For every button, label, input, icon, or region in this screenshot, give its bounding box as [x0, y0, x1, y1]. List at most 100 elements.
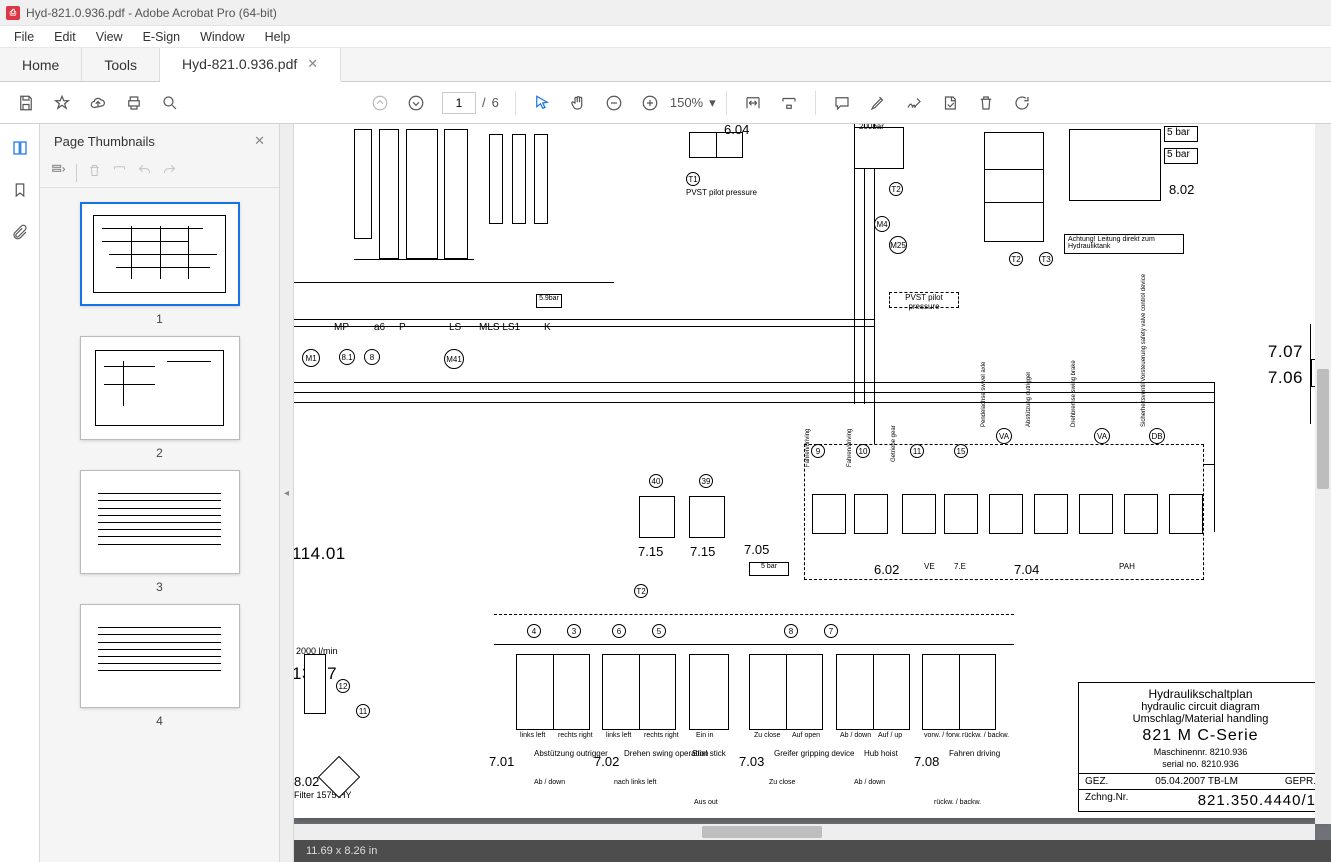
bookmark-rail-button[interactable]: [8, 178, 32, 202]
menu-file[interactable]: File: [4, 28, 44, 46]
page-down-button[interactable]: [400, 87, 432, 119]
sch-node-5: 5: [652, 624, 666, 638]
tab-tools-label: Tools: [104, 57, 137, 73]
sch-label-703: 7.03: [739, 754, 764, 769]
drawing-titleblock: Hydraulikschaltplan hydraulic circuit di…: [1078, 682, 1323, 812]
window-title: Hyd-821.0.936.pdf - Adobe Acrobat Pro (6…: [26, 6, 277, 20]
sch-node-8b: 8: [784, 624, 798, 638]
pdf-icon: ⎙: [6, 6, 20, 20]
cloud-button[interactable]: [82, 87, 114, 119]
sch-rot-10: rückw. / backw.: [934, 799, 981, 806]
tb-line4: 821 M C-Serie: [1083, 727, 1318, 745]
thumbnail-2[interactable]: 2: [80, 336, 240, 460]
print-button[interactable]: [118, 87, 150, 119]
sch-node-11b: 11: [910, 444, 924, 458]
tb-num: 821.350.4440/1: [1198, 792, 1316, 809]
sch-node-6: 6: [612, 624, 626, 638]
stamp-button[interactable]: [934, 87, 966, 119]
fit-page-button[interactable]: [773, 87, 805, 119]
thumb-undo-icon[interactable]: [137, 163, 152, 183]
horizontal-scrollbar[interactable]: [294, 824, 1315, 840]
menu-esign[interactable]: E-Sign: [133, 28, 191, 46]
zoom-in-button[interactable]: [634, 87, 666, 119]
vertical-scrollbar[interactable]: [1315, 124, 1331, 824]
thumbnail-1[interactable]: 1: [80, 202, 240, 326]
select-tool-button[interactable]: [526, 87, 558, 119]
thumbnails-list[interactable]: 1 2: [40, 188, 279, 862]
delete-button[interactable]: [970, 87, 1002, 119]
sign-button[interactable]: [898, 87, 930, 119]
sch-label-a6: a6: [374, 322, 385, 333]
sch-label-706: 7.06: [1268, 368, 1303, 388]
tab-document[interactable]: Hyd-821.0.936.pdf ✕: [160, 48, 341, 82]
sch-label-p: P: [399, 322, 406, 333]
sch-label-602: 6.02: [874, 562, 899, 577]
sch-lbl-zu: Zu close: [754, 732, 780, 739]
panel-collapse-handle[interactable]: ◂: [280, 124, 294, 862]
tb-date: 05.04.2007 TB-LM: [1155, 776, 1238, 787]
zoom-select[interactable]: 150% ▾: [670, 95, 716, 111]
window-titlebar: ⎙ Hyd-821.0.936.pdf - Adobe Acrobat Pro …: [0, 0, 1331, 26]
sch-node-10: 10: [856, 444, 870, 458]
sch-label-604: 6.04: [724, 124, 749, 137]
sch-sub-702b: Stiel stick: [692, 749, 726, 758]
thumbnails-rail-button[interactable]: [8, 136, 32, 160]
menu-view[interactable]: View: [86, 28, 133, 46]
zoom-out-button[interactable]: [598, 87, 630, 119]
sch-col-fhr2: Fahren/driving: [847, 429, 853, 467]
thumb-redo-icon[interactable]: [162, 163, 177, 183]
status-dimensions: 11.69 x 8.26 in: [306, 845, 377, 857]
page-number-input[interactable]: [442, 92, 476, 114]
thumb-delete-icon[interactable]: [87, 163, 102, 183]
thumbnail-2-label: 2: [80, 446, 240, 460]
sch-node-9: 9: [811, 444, 825, 458]
tab-bar: Home Tools Hyd-821.0.936.pdf ✕: [0, 48, 1331, 82]
menu-help[interactable]: Help: [255, 28, 301, 46]
sch-node-7: 7: [824, 624, 838, 638]
sch-col-sich: Sicherheitsventil Vorsteuerung safety va…: [1141, 274, 1147, 427]
sch-node-4: 4: [527, 624, 541, 638]
sch-node-12: 12: [336, 679, 350, 693]
rotate-button[interactable]: [1006, 87, 1038, 119]
toolbar: / 6 150% ▾: [0, 82, 1331, 124]
tab-home[interactable]: Home: [0, 48, 82, 81]
fit-width-button[interactable]: [737, 87, 769, 119]
sch-label-7e: 7.E: [954, 562, 966, 571]
page-up-button[interactable]: [364, 87, 396, 119]
attachment-rail-button[interactable]: [8, 220, 32, 244]
tb-line5b: serial no. 8210.936: [1083, 759, 1318, 769]
thumb-options-icon[interactable]: [50, 162, 66, 183]
sch-label-11401: 114.01: [294, 544, 346, 564]
sch-label-pvst2: PVST pilot pressure: [889, 292, 959, 308]
tb-line2: hydraulic circuit diagram: [1083, 701, 1318, 713]
sch-lbl-ab: Ab / down: [840, 732, 871, 739]
thumbnail-4[interactable]: 4: [80, 604, 240, 728]
menu-edit[interactable]: Edit: [44, 28, 86, 46]
hand-tool-button[interactable]: [562, 87, 594, 119]
sch-label-mls: MLS LS1: [479, 322, 520, 333]
close-panel-icon[interactable]: ✕: [254, 133, 265, 149]
sch-node-39: 39: [699, 474, 713, 488]
sch-label-59bar: 5.9bar: [536, 294, 562, 308]
tab-close-icon[interactable]: ✕: [307, 56, 318, 72]
sch-node-t3: T3: [1039, 252, 1053, 266]
tab-tools[interactable]: Tools: [82, 48, 160, 81]
save-button[interactable]: [10, 87, 42, 119]
sch-node-m41: M41: [444, 349, 464, 369]
sch-label-705: 7.05: [744, 542, 769, 557]
highlight-button[interactable]: [862, 87, 894, 119]
sch-label-715b: 7.15: [690, 544, 715, 559]
star-button[interactable]: [46, 87, 78, 119]
chevron-down-icon: ▾: [709, 95, 716, 111]
sch-label-704: 7.04: [1014, 562, 1039, 577]
sch-label-5bar-b: 5 bar: [1167, 149, 1190, 160]
comment-button[interactable]: [826, 87, 858, 119]
thumbnail-3[interactable]: 3: [80, 470, 240, 594]
sch-node-15: 15: [954, 444, 968, 458]
zoom-value: 150%: [670, 95, 703, 110]
menu-window[interactable]: Window: [190, 28, 254, 46]
thumb-extract-icon[interactable]: [112, 163, 127, 183]
find-button[interactable]: [154, 87, 186, 119]
sch-label-pah: PAH: [1119, 562, 1135, 571]
document-scroll-area[interactable]: AUSLEGER boom 6.04 T1 PVST pilot pressur…: [294, 124, 1331, 840]
